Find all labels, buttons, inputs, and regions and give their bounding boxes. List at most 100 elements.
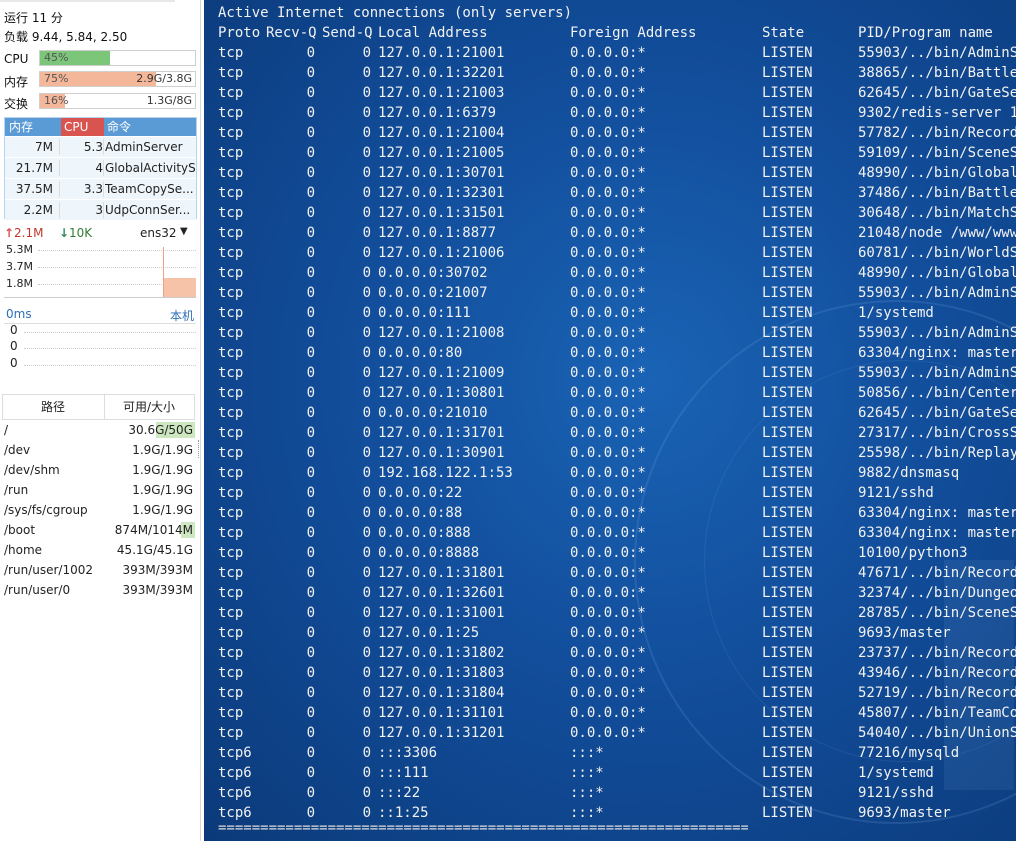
process-table: 内存 CPU 命令 7M 5.3 AdminServer 21.7M 4 GlobalAc…	[4, 117, 197, 220]
terminal-cell: 0	[362, 285, 371, 301]
terminal-cell: LISTEN	[762, 65, 813, 81]
disk-row[interactable]: /dev/shm 1.9G/1.9G	[2, 460, 195, 480]
terminal-cell: 0.0.0.0:*	[570, 645, 646, 661]
process-header-command[interactable]: 命令	[107, 118, 131, 136]
process-header-memory[interactable]: 内存	[9, 118, 33, 136]
disk-row[interactable]: /boot 874M/1014M	[2, 520, 195, 540]
disk-row[interactable]: /dev 1.9G/1.9G	[2, 440, 195, 460]
terminal-cell: 0.0.0.0:21007	[378, 285, 488, 301]
terminal-cell: 0	[362, 365, 371, 381]
terminal-cell: 1/systemd	[858, 305, 934, 321]
terminal-cell: 0	[362, 745, 371, 761]
disk-row[interactable]: /home 45.1G/45.1G	[2, 540, 195, 560]
terminal-cell: 55903/../bin/AdminS	[858, 285, 1016, 301]
terminal-cell: 47671/../bin/Record	[858, 565, 1016, 581]
disk-size: 874M/1014M	[114, 523, 193, 537]
disk-table: 路径 可用/大小 / 30.6G/50G/dev 1.9G/1.9G/dev/shm…	[2, 394, 195, 600]
terminal-cell: :::22	[378, 785, 421, 801]
terminal-cell: 0	[362, 605, 371, 621]
disk-size: 1.9G/1.9G	[132, 503, 193, 517]
disk-path: /sys/fs/cgroup	[4, 503, 88, 517]
terminal-cell: :::*	[570, 745, 604, 761]
disk-size: 1.9G/1.9G	[132, 463, 193, 477]
terminal-cell: LISTEN	[762, 725, 813, 741]
terminal-cell: 0.0.0.0:*	[570, 85, 646, 101]
process-memory: 7M	[35, 140, 53, 154]
swap-amount: 1.3G/8G	[146, 94, 192, 107]
process-row[interactable]: 7M 5.3 AdminServer	[5, 136, 196, 157]
network-scale-label: 3.7M	[6, 260, 33, 273]
terminal-cell: 63304/nginx: master	[858, 525, 1016, 541]
graph-baseline	[4, 297, 196, 298]
disk-path: /home	[4, 543, 43, 557]
terminal-cell: 127.0.0.1:31801	[378, 565, 505, 581]
terminal-cell: 55903/../bin/AdminS	[858, 365, 1016, 381]
terminal-cell: 25598/../bin/Replay	[858, 445, 1016, 461]
terminal-cell: 9302/redis-server 1	[858, 105, 1016, 121]
terminal-cell: LISTEN	[762, 425, 813, 441]
terminal-separator: ========================================…	[218, 822, 748, 834]
process-table-header: 内存 CPU 命令	[5, 118, 196, 136]
disk-size: 1.9G/1.9G	[132, 443, 193, 457]
terminal-cell: 10100/python3	[858, 545, 968, 561]
terminal-cell: 127.0.0.1:21009	[378, 365, 505, 381]
network-interface-select[interactable]: ens32	[140, 226, 177, 240]
terminal-cell: 0.0.0.0:*	[570, 465, 646, 481]
disk-row[interactable]: / 30.6G/50G	[2, 420, 195, 440]
terminal-cell: 0.0.0.0:*	[570, 185, 646, 201]
process-command: UdpConnSer...	[105, 203, 191, 217]
caret-down-icon[interactable]: ▼	[180, 226, 188, 237]
terminal-cell: 45807/../bin/TeamCo	[858, 705, 1016, 721]
terminal-cell: 0.0.0.0:*	[570, 405, 646, 421]
process-header-cpu[interactable]: CPU	[61, 118, 104, 136]
disk-row[interactable]: /run/user/1002 393M/393M	[2, 560, 195, 580]
disk-header-path[interactable]: 路径	[41, 395, 65, 419]
terminal-cell: :::*	[570, 765, 604, 781]
terminal-cell: 0	[362, 205, 371, 221]
terminal-cell: LISTEN	[762, 365, 813, 381]
terminal-column-header: Local Address	[378, 25, 488, 41]
memory-meter: 75% 2.9G/3.8G	[39, 71, 196, 87]
terminal-cell: 43946/../bin/Record	[858, 665, 1016, 681]
top-divider	[0, 0, 175, 2]
swap-percent: 16%	[44, 94, 69, 107]
terminal-cell: 60781/../bin/WorldS	[858, 245, 1016, 261]
terminal-output-title: Active Internet connections (only server…	[218, 5, 573, 21]
terminal-cell: 0	[362, 185, 371, 201]
terminal-cell: 0	[362, 785, 371, 801]
terminal-cell: 0.0.0.0:*	[570, 45, 646, 61]
terminal-cell: 127.0.0.1:31803	[378, 665, 505, 681]
process-row[interactable]: 2.2M 3 UdpConnSer...	[5, 199, 196, 220]
terminal-cell: LISTEN	[762, 585, 813, 601]
process-row[interactable]: 37.5M 3.3 TeamCopySe...	[5, 178, 196, 199]
cpu-label: CPU	[4, 52, 29, 66]
terminal-cell: 0.0.0.0:21010	[378, 405, 488, 421]
terminal-cell: :::3306	[378, 745, 438, 761]
disk-size: 45.1G/45.1G	[116, 543, 193, 557]
disk-row[interactable]: /sys/fs/cgroup 1.9G/1.9G	[2, 500, 195, 520]
terminal-cell: 62645/../bin/GateSe	[858, 85, 1016, 101]
terminal-cell: 0	[362, 685, 371, 701]
disk-row[interactable]: /run/user/0 393M/393M	[2, 580, 195, 600]
terminal-cell: LISTEN	[762, 85, 813, 101]
terminal-cell: LISTEN	[762, 345, 813, 361]
terminal-cell: 9121/sshd	[858, 485, 934, 501]
terminal-cell: 127.0.0.1:31101	[378, 705, 505, 721]
cpu-percent: 45%	[44, 51, 69, 64]
terminal-cell: 127.0.0.1:21005	[378, 145, 505, 161]
memory-label: 内存	[4, 75, 29, 89]
terminal-window[interactable]: Active Internet connections (only server…	[204, 0, 1016, 841]
network-traffic-area	[163, 278, 196, 297]
disk-path: /dev	[4, 443, 31, 457]
terminal-cell: 0.0.0.0:*	[570, 585, 646, 601]
terminal-cell: :::*	[570, 805, 604, 821]
process-memory: 37.5M	[15, 182, 53, 196]
disk-header-size[interactable]: 可用/大小	[123, 395, 175, 419]
disk-row[interactable]: /run 1.9G/1.9G	[2, 480, 195, 500]
network-scale-label: 1.8M	[6, 277, 33, 290]
terminal-cell: 0	[362, 265, 371, 281]
latency-target[interactable]: 本机	[170, 307, 194, 324]
resize-handle[interactable]	[198, 440, 200, 458]
terminal-cell: 0.0.0.0:80	[378, 345, 463, 361]
process-row[interactable]: 21.7M 4 GlobalActivityS	[5, 157, 196, 178]
